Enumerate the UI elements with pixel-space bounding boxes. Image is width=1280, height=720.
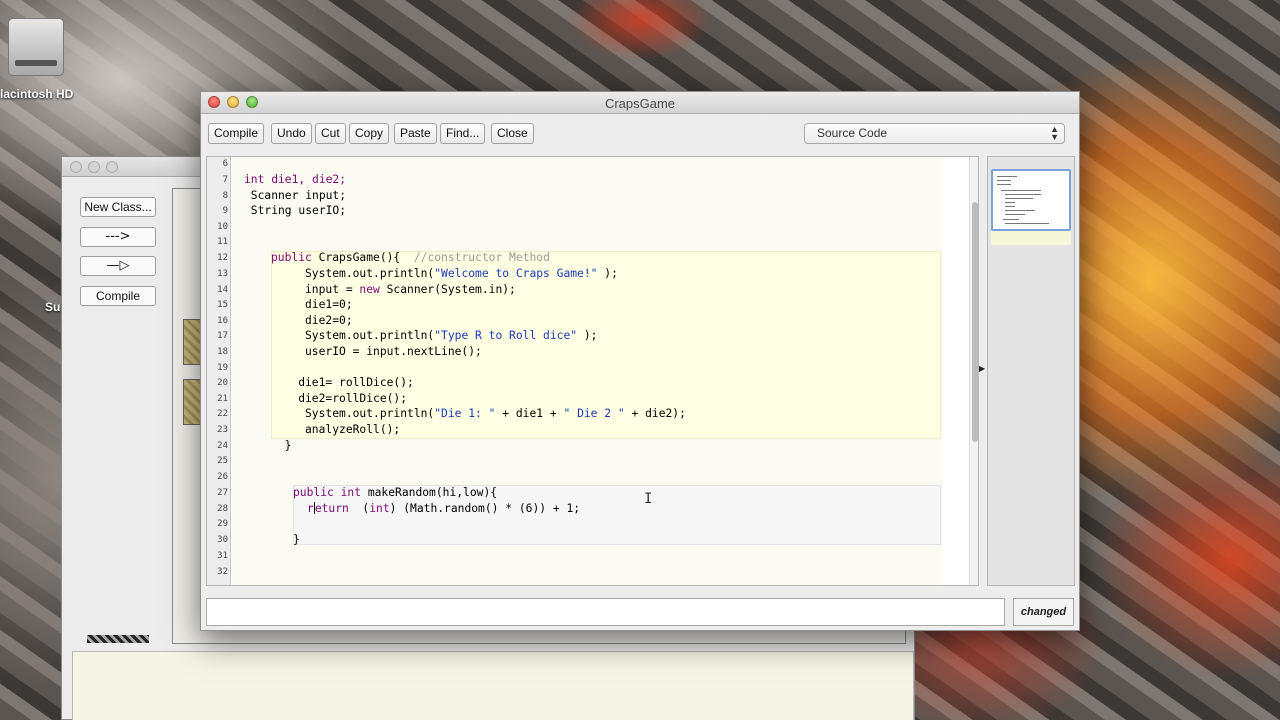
code-line: die2=0;	[271, 314, 353, 327]
cut-button[interactable]: Cut	[315, 123, 346, 144]
line-number: 11	[217, 237, 228, 247]
code-line: die2=rollDice();	[271, 392, 408, 405]
object-bench	[72, 651, 914, 720]
find-button[interactable]: Find...	[440, 123, 486, 144]
line-number: 7	[222, 175, 228, 185]
ibeam-cursor-icon: I	[644, 491, 653, 507]
navigation-viewport[interactable]	[991, 169, 1071, 231]
editor-titlebar: CrapsGame	[201, 92, 1079, 114]
line-number: 22	[217, 409, 228, 419]
code-line: System.out.println("Type R to Roll dice"…	[271, 329, 598, 342]
collapse-navview-icon[interactable]: ▶	[979, 364, 985, 373]
line-number: 14	[217, 285, 228, 295]
code-line: input = new Scanner(System.in);	[271, 283, 516, 296]
code-line: String userIO;	[244, 204, 347, 217]
line-number: 8	[222, 191, 228, 201]
line-number: 31	[217, 551, 228, 561]
line-number: 12	[217, 253, 228, 263]
code-line: }	[271, 439, 292, 452]
macintosh-hd-label: lacintosh HD	[0, 87, 74, 101]
window-title: CrapsGame	[604, 96, 676, 111]
paste-button[interactable]: Paste	[394, 123, 437, 144]
line-number: 16	[217, 316, 228, 326]
code-line: die1= rollDice();	[271, 376, 414, 389]
line-number: 19	[217, 363, 228, 373]
code-line: die1=0;	[271, 298, 353, 311]
macintosh-hd-icon[interactable]	[8, 18, 64, 76]
close-editor-button[interactable]: Close	[491, 123, 534, 144]
code-line: userIO = input.nextLine();	[271, 345, 482, 358]
inactive-close-button[interactable]	[70, 161, 82, 173]
line-number: 28	[217, 504, 228, 514]
inactive-zoom-button[interactable]	[106, 161, 118, 173]
line-number: 15	[217, 300, 228, 310]
code-line: return (int) (Math.random() * (6)) + 1;	[307, 502, 581, 515]
view-select[interactable]: Source Code ▲ ▼	[804, 123, 1065, 144]
undo-button[interactable]: Undo	[271, 123, 312, 144]
code-line: }	[293, 533, 300, 546]
line-number: 18	[217, 347, 228, 357]
line-number-gutter: 6 7 8 9 10 11 12 13 14 15 16 17 18 19 20 21 22 23 24 25 26 27…	[207, 157, 231, 585]
navigation-scope-preview	[991, 231, 1071, 245]
uses-arrow-button[interactable]: --->	[80, 227, 156, 247]
code-line: public CrapsGame(){ //constructor Method	[271, 251, 550, 264]
save-status-label: changed	[1013, 598, 1074, 626]
view-select-value: Source Code	[817, 126, 888, 140]
project-compile-button[interactable]: Compile	[80, 286, 156, 306]
code-line: System.out.println("Welcome to Craps Gam…	[271, 267, 618, 280]
line-number: 21	[217, 394, 228, 404]
code-line: System.out.println("Die 1: " + die1 + " …	[271, 407, 686, 420]
source-editor-window: CrapsGame Compile Undo Cut Copy Paste Fi…	[200, 91, 1080, 631]
line-number: 24	[217, 441, 228, 451]
code-line: int die1, die2;	[244, 173, 347, 186]
line-number: 29	[217, 519, 228, 529]
vertical-scrollbar[interactable]	[969, 157, 978, 585]
updown-arrows-icon: ▲ ▼	[1050, 124, 1059, 142]
new-class-button[interactable]: New Class...	[80, 197, 156, 217]
line-number: 26	[217, 472, 228, 482]
code-line: analyzeRoll();	[271, 423, 401, 436]
scrollbar-thumb[interactable]	[972, 202, 978, 442]
line-number: 13	[217, 269, 228, 279]
line-number: 17	[217, 331, 228, 341]
line-number: 6	[222, 159, 228, 169]
line-number: 30	[217, 535, 228, 545]
inactive-minimize-button[interactable]	[88, 161, 100, 173]
inheritance-arrow-button[interactable]: —▷	[80, 256, 156, 276]
line-number: 9	[222, 206, 228, 216]
status-message-field	[206, 598, 1005, 626]
desktop-item-label: Su	[45, 300, 61, 314]
line-number: 10	[217, 222, 228, 232]
line-number: 32	[217, 567, 228, 577]
compile-button[interactable]: Compile	[208, 123, 265, 144]
navigation-view[interactable]	[987, 156, 1075, 586]
line-number: 25	[217, 456, 228, 466]
line-number: 20	[217, 378, 228, 388]
code-line: Scanner input;	[244, 189, 347, 202]
line-number: 23	[217, 425, 228, 435]
copy-button[interactable]: Copy	[349, 123, 390, 144]
code-editor[interactable]: 6 7 8 9 10 11 12 13 14 15 16 17 18 19 20 21 22 23 24 25 26 27…	[206, 156, 979, 586]
line-number: 27	[217, 488, 228, 498]
code-line: public int makeRandom(hi,low){	[293, 486, 498, 499]
vm-activity-indicator	[87, 635, 149, 643]
